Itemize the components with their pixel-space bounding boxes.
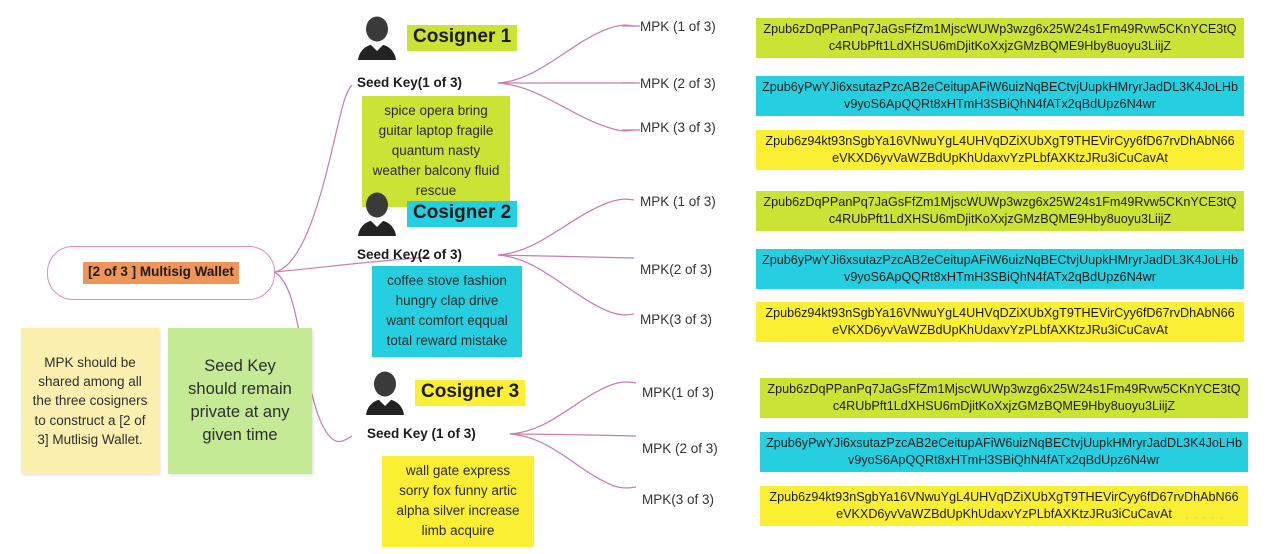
cosigner-2-seedkey-label: Seed Key(2 of 3) (357, 247, 463, 262)
watermark: · · · · · (1185, 512, 1225, 524)
cosigner-1-mpk-3-label: MPK (3 of 3) (640, 120, 716, 135)
cosigner-3-seedkey-label: Seed Key (1 of 3) (367, 426, 476, 441)
cosigner-3-mpk-2-label: MPK (2 of 3) (642, 441, 718, 456)
cosigner-2-mpk-1-label: MPK (1 of 3) (640, 194, 716, 209)
cosigner-2-mpk-2-value: Zpub6yPwYJi6xsutazPzcAB2eCeitupAFiW6uizN… (756, 249, 1244, 290)
cosigner-3-header[interactable]: Cosigner 3 (365, 371, 526, 415)
cosigner-3-mpk-3-label: MPK(3 of 3) (642, 492, 715, 507)
person-icon (365, 371, 405, 415)
cosigner-1-seedkey-value: spice opera bring guitar laptop fragile … (362, 96, 510, 207)
cosigner-1-header[interactable]: Cosigner 1 (357, 16, 518, 60)
cosigner-3-title: Cosigner 3 (415, 380, 526, 406)
cosigner-1-title: Cosigner 1 (407, 25, 518, 51)
note-seedkey-privacy: Seed Key should remain private at any gi… (168, 328, 312, 474)
cosigner-2-header[interactable]: Cosigner 2 (357, 192, 518, 236)
note-mpk-sharing: MPK should be shared among all the three… (21, 328, 159, 474)
cosigner-1-mpk-1-value: Zpub6zDqPPanPq7JaGsFfZm1MjscWUWp3wzg6x25… (756, 18, 1244, 59)
cosigner-2-mpk-3-label: MPK(3 of 3) (640, 312, 713, 327)
mindmap-canvas: [2 of 3 ] Multisig Wallet MPK should be … (0, 0, 1280, 554)
cosigner-2-mpk-3-value: Zpub6z94kt93nSgbYa16VNwuYgL4UHVqDZiXUbXg… (756, 302, 1244, 343)
person-icon (357, 16, 397, 60)
note-seedkey-privacy-text: Seed Key should remain private at any gi… (188, 357, 292, 444)
cosigner-3-mpk-2-value: Zpub6yPwYJi6xsutazPzcAB2eCeitupAFiW6uizN… (760, 432, 1248, 473)
cosigner-3-seedkey-value: wall gate express sorry fox funny artic … (382, 456, 534, 547)
cosigner-3-mpk-1-value: Zpub6zDqPPanPq7JaGsFfZm1MjscWUWp3wzg6x25… (760, 378, 1248, 419)
person-icon (357, 192, 397, 236)
root-node[interactable]: [2 of 3 ] Multisig Wallet (47, 246, 275, 300)
cosigner-1-mpk-1-label: MPK (1 of 3) (640, 19, 716, 34)
cosigner-2-title: Cosigner 2 (407, 201, 518, 227)
cosigner-1-mpk-2-label: MPK (2 of 3) (640, 76, 716, 91)
cosigner-1-seedkey-label: Seed Key(1 of 3) (357, 75, 463, 90)
root-node-label: [2 of 3 ] Multisig Wallet (83, 262, 239, 284)
cosigner-2-seedkey-value: coffee stove fashion hungry clap drive w… (372, 266, 522, 357)
cosigner-2-mpk-2-label: MPK(2 of 3) (640, 262, 713, 277)
cosigner-3-mpk-3-value: Zpub6z94kt93nSgbYa16VNwuYgL4UHVqDZiXUbXg… (760, 486, 1248, 527)
cosigner-1-mpk-3-value: Zpub6z94kt93nSgbYa16VNwuYgL4UHVqDZiXUbXg… (756, 130, 1244, 171)
cosigner-1-mpk-2-value: Zpub6yPwYJi6xsutazPzcAB2eCeitupAFiW6uizN… (756, 76, 1244, 117)
cosigner-2-mpk-1-value: Zpub6zDqPPanPq7JaGsFfZm1MjscWUWp3wzg6x25… (756, 191, 1244, 232)
note-mpk-sharing-text: MPK should be shared among all the three… (32, 355, 148, 447)
cosigner-3-mpk-1-label: MPK(1 of 3) (642, 385, 715, 400)
